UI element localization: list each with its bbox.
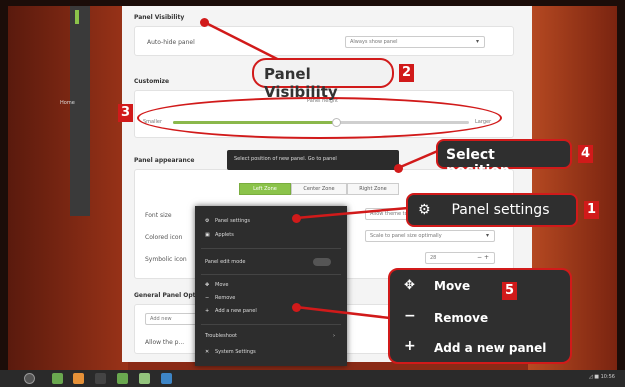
gear-icon: ⚙: [418, 202, 431, 218]
zone-left-button[interactable]: Left Zone: [239, 183, 291, 195]
colored-icon-label: Colored icon: [145, 234, 183, 241]
chevron-down-icon: ▾: [485, 232, 489, 239]
symbolic-icon-stepper[interactable]: 28 − +: [425, 252, 495, 264]
position-tooltip: Select position of new panel. Go to pane…: [227, 150, 399, 170]
move-icon: ✥: [404, 278, 415, 293]
plus-icon: +: [404, 338, 416, 354]
menu-item-label: Troubleshoot: [205, 333, 237, 339]
plus-icon: +: [205, 308, 210, 314]
menu-item-label: Remove: [215, 295, 236, 301]
settings-icon: ✕: [205, 349, 210, 355]
callout-number-5: 5: [502, 282, 517, 300]
menu-icon[interactable]: [24, 373, 35, 384]
menu-item-label: Add a new panel: [215, 308, 257, 314]
show-desktop-icon[interactable]: [52, 373, 63, 384]
colored-icon-dropdown[interactable]: Scale to panel size optimally ▾: [365, 230, 495, 242]
callout-number-1: 1: [584, 201, 599, 219]
callout-panel-visibility: Panel Visibility: [252, 58, 394, 101]
panel-indicator: [75, 10, 79, 24]
terminal-icon[interactable]: [95, 373, 106, 384]
stepper-icon: − +: [477, 254, 489, 261]
zone-right-button[interactable]: Right Zone: [347, 183, 399, 195]
symbolic-icon-value: 28: [430, 255, 437, 261]
callout-panel-menu: ✥ Move − Remove + Add a new panel: [388, 268, 572, 364]
chevron-down-icon: ▾: [475, 38, 479, 45]
symbolic-icon-label: Symbolic icon: [145, 256, 187, 263]
callout-number-3: 3: [118, 104, 133, 122]
callout-move-label: Move: [434, 279, 471, 293]
font-size-label: Font size: [145, 212, 172, 219]
visibility-heading: Panel Visibility: [134, 14, 185, 21]
edit-mode-toggle[interactable]: [313, 258, 331, 266]
minus-icon: −: [404, 308, 416, 324]
side-panel: [70, 6, 90, 216]
files-icon[interactable]: [117, 373, 128, 384]
zone-center-button[interactable]: Center Zone: [291, 183, 347, 195]
menu-item-system-settings[interactable]: ✕ System Settings: [205, 349, 256, 355]
menu-item-applets[interactable]: ▣ Applets: [205, 232, 234, 238]
menu-divider: [201, 248, 341, 249]
app-icon[interactable]: [139, 373, 150, 384]
taskbar: ◿ ■ 10:56: [0, 370, 625, 387]
callout-panel-settings: ⚙ Panel settings: [406, 193, 578, 227]
menu-item-panel-settings[interactable]: ⚙ Panel settings: [205, 218, 250, 224]
callout-remove-label: Remove: [434, 311, 489, 325]
colored-icon-value: Scale to panel size optimally: [370, 233, 442, 239]
menu-item-edit-mode[interactable]: Panel edit mode: [205, 259, 245, 265]
menu-item-label: Panel settings: [215, 218, 251, 224]
chevron-right-icon: ›: [333, 333, 335, 339]
callout-anchor-dot: [292, 303, 301, 312]
home-desktop-label[interactable]: Home: [60, 100, 75, 106]
callout-settings-label: Panel settings: [451, 202, 550, 218]
applets-icon: ▣: [205, 232, 210, 238]
callout-select-position: Select position: [436, 139, 572, 179]
system-tray[interactable]: ◿ ■ 10:56: [589, 374, 615, 380]
appearance-heading: Panel appearance: [134, 157, 195, 164]
callout-anchor-dot: [394, 164, 403, 173]
desktop-background-left: [8, 6, 128, 372]
move-icon: ✥: [205, 282, 210, 288]
callout-number-4: 4: [578, 145, 593, 163]
menu-divider: [201, 324, 341, 325]
slider-highlight-ring: [137, 97, 502, 139]
callout-add-panel-label: Add a new panel: [434, 341, 547, 355]
callout-anchor-dot: [292, 214, 301, 223]
callout-number-2: 2: [399, 64, 414, 82]
gear-icon: ⚙: [205, 218, 210, 224]
allow-label: Allow the p...: [145, 339, 185, 346]
autohide-label: Auto-hide panel: [147, 39, 195, 46]
menu-item-label: Move: [215, 282, 229, 288]
settings-window-icon[interactable]: [161, 373, 172, 384]
autohide-value: Always show panel: [350, 39, 398, 45]
menu-item-add-panel[interactable]: + Add a new panel: [205, 308, 257, 314]
menu-item-label: System Settings: [215, 349, 256, 355]
menu-item-move[interactable]: ✥ Move: [205, 282, 228, 288]
visibility-card: Auto-hide panel Always show panel ▾: [134, 26, 514, 56]
minus-icon: −: [205, 295, 210, 301]
menu-item-label: Applets: [215, 232, 234, 238]
menu-item-troubleshoot[interactable]: Troubleshoot ›: [205, 333, 335, 339]
menu-item-remove[interactable]: − Remove: [205, 295, 235, 301]
callout-anchor-dot: [200, 18, 209, 27]
autohide-dropdown[interactable]: Always show panel ▾: [345, 36, 485, 48]
menu-divider: [201, 274, 341, 275]
customize-heading: Customize: [134, 78, 170, 85]
panel-context-menu: ⚙ Panel settings ▣ Applets Panel edit mode…: [195, 206, 347, 366]
firefox-icon[interactable]: [73, 373, 84, 384]
